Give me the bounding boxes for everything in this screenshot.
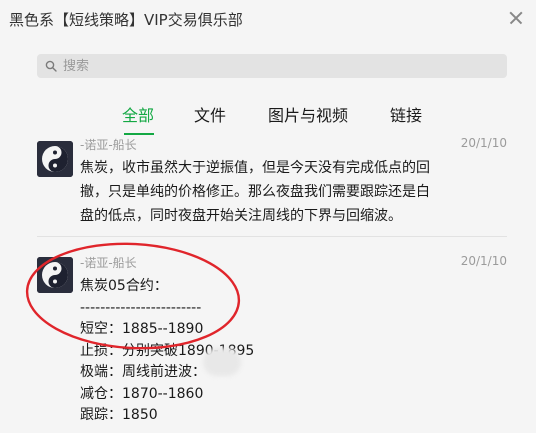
yin-yang-icon (37, 257, 73, 293)
tab-all[interactable]: 全部 (122, 102, 154, 126)
message-line: 短空：1885--1890 (80, 321, 204, 337)
close-icon[interactable] (504, 6, 528, 30)
message-line: 极端：周线前进波： (80, 364, 206, 380)
search-icon (45, 60, 57, 72)
tab-images-videos[interactable]: 图片与视频 (268, 102, 348, 126)
message-divider (37, 236, 507, 237)
search-input[interactable] (63, 54, 493, 78)
avatar[interactable] (37, 141, 73, 177)
active-tab-indicator (124, 133, 154, 135)
message-line: 焦炭05合约： (80, 278, 168, 294)
message-text: 焦炭，收市虽然大于逆振值，但是今天没有完成低点的回 撤，只是单纯的价格修正。那么… (80, 156, 500, 228)
title-bar: 黑色系【短线策略】VIP交易俱乐部 (0, 0, 536, 36)
window-title: 黑色系【短线策略】VIP交易俱乐部 (9, 11, 243, 29)
message-line: 焦炭，收市虽然大于逆振值，但是今天没有完成低点的回 (80, 160, 430, 176)
tab-bar: 全部 文件 图片与视频 链接 (0, 100, 536, 136)
message-line: ------------------------ (80, 299, 202, 316)
message-line: 盘的低点，同时夜盘开始关注周线的下界与回缩波。 (80, 208, 402, 224)
message-text: 焦炭05合约： ------------------------ 短空：1885… (80, 276, 500, 427)
message-line: 减仓：1870--1860 (80, 385, 204, 402)
search-box[interactable] (37, 54, 507, 78)
message-date: 20/1/10 (460, 136, 507, 150)
message-line: 撤，只是单纯的价格修正。那么夜盘我们需要跟踪还是白 (80, 184, 430, 200)
message-line: 止损：分别突破1890-1895 (80, 342, 255, 359)
yin-yang-icon (37, 141, 73, 177)
message-sender: -诺亚-船长 (80, 256, 137, 270)
avatar[interactable] (37, 257, 73, 293)
message-line: 跟踪：1850 (80, 407, 158, 423)
message-date: 20/1/10 (460, 254, 507, 268)
tab-files[interactable]: 文件 (194, 102, 226, 126)
message-item[interactable]: -诺亚-船长 20/1/10 焦炭，收市虽然大于逆振值，但是今天没有完成低点的回… (0, 136, 536, 235)
tab-links[interactable]: 链接 (390, 102, 422, 126)
message-sender: -诺亚-船长 (80, 138, 137, 152)
message-item[interactable]: -诺亚-船长 20/1/10 焦炭05合约： -----------------… (0, 254, 536, 424)
redaction-blur (203, 348, 241, 376)
